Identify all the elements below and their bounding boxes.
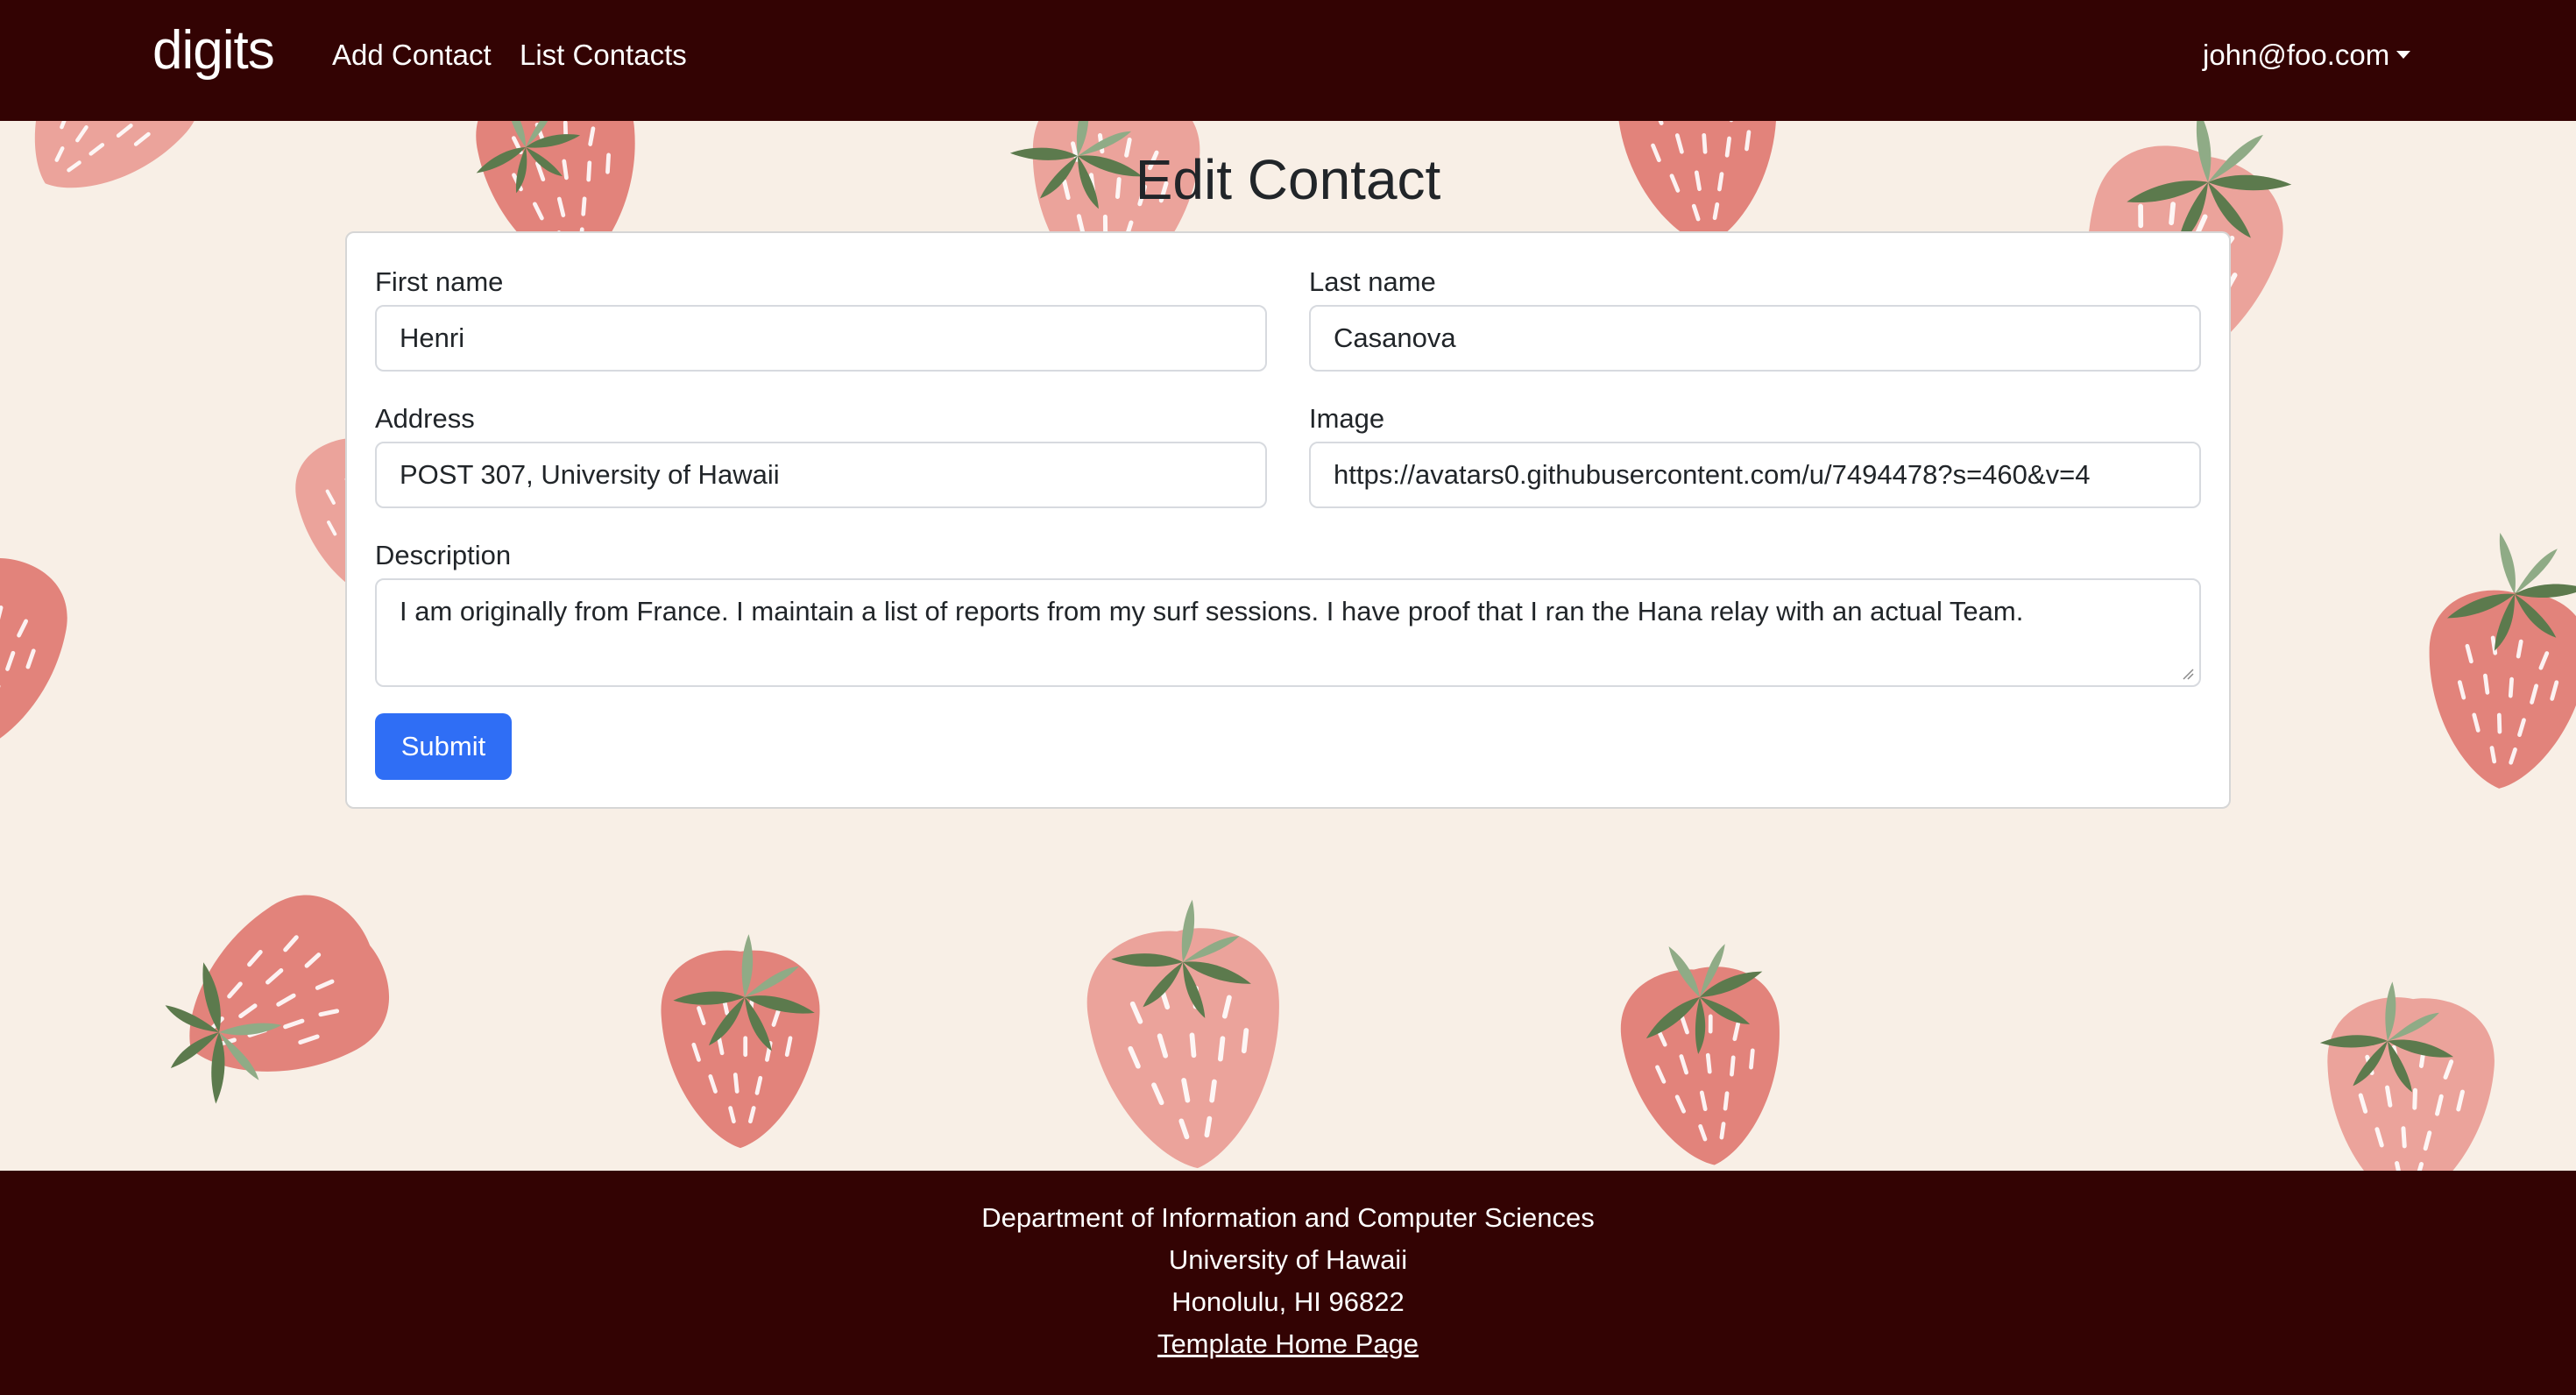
footer-department: Department of Information and Computer S… (981, 1202, 1595, 1233)
footer-university: University of Hawaii (1168, 1244, 1408, 1275)
submit-button[interactable]: Submit (375, 713, 512, 780)
last-name-input[interactable]: Casanova (1309, 305, 2201, 372)
first-name-input[interactable]: Henri (375, 305, 1267, 372)
nav-list-contacts[interactable]: List Contacts (520, 39, 687, 72)
image-label: Image (1309, 403, 1385, 434)
last-name-label: Last name (1309, 266, 1436, 297)
first-name-label: First name (375, 266, 504, 297)
description-label: Description (375, 540, 512, 570)
address-label: Address (375, 403, 475, 434)
description-text: I am originally from France. I maintain … (400, 596, 2024, 627)
address-input[interactable]: POST 307, University of Hawaii (375, 442, 1267, 508)
caret-down-icon (2396, 50, 2411, 59)
template-home-link[interactable]: Template Home Page (1157, 1328, 1419, 1359)
description-textarea[interactable]: I am originally from France. I maintain … (375, 578, 2201, 687)
image-url-input[interactable]: https://avatars0.githubusercontent.com/u… (1309, 442, 2201, 508)
brand-logo[interactable]: digits (152, 19, 275, 81)
nav-add-contact[interactable]: Add Contact (332, 39, 492, 72)
page-title: Edit Contact (1135, 148, 1441, 211)
resize-grip-icon[interactable] (2182, 668, 2194, 680)
edit-contact-form: First name Henri Last name Casanova Addr… (345, 231, 2231, 809)
user-email: john@foo.com (2203, 39, 2390, 71)
footer: Department of Information and Computer S… (0, 1171, 2576, 1395)
user-menu-dropdown[interactable]: john@foo.com (2203, 39, 2411, 72)
navbar: digits Add Contact List Contacts john@fo… (0, 0, 2576, 121)
footer-address: Honolulu, HI 96822 (1171, 1286, 1405, 1317)
